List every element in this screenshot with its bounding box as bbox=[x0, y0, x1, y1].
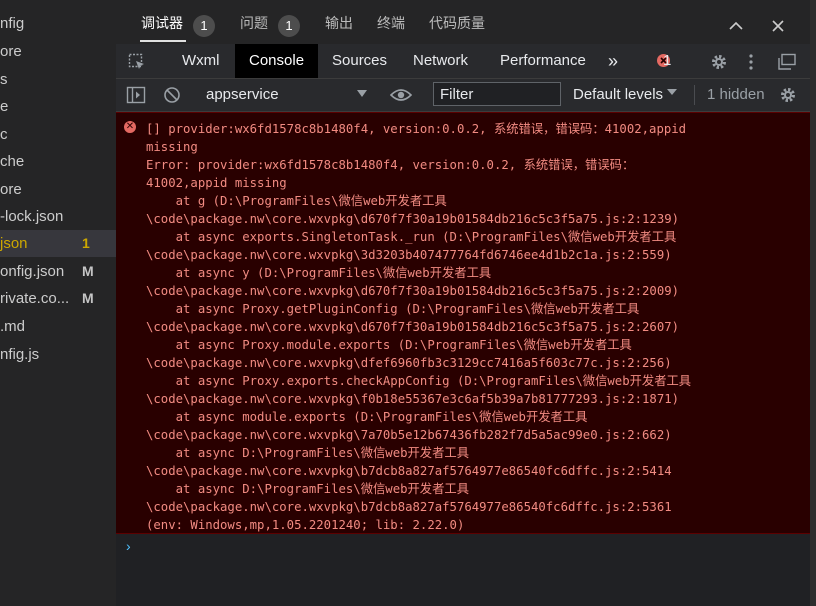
sidebar-toggle-icon[interactable] bbox=[126, 86, 146, 109]
context-selector[interactable]: appservice bbox=[206, 86, 279, 103]
file-item[interactable]: ore bbox=[0, 176, 116, 203]
console-output[interactable]: ✕ [] provider:wx6fd1578c8b1480f4, versio… bbox=[116, 112, 810, 606]
clear-console-icon[interactable] bbox=[163, 86, 181, 109]
file-name: e bbox=[0, 98, 9, 115]
bottom-panel-tabs: 调试器 1 问题 1 输出 终端 代码质量 bbox=[116, 0, 810, 44]
file-item[interactable]: s bbox=[0, 66, 116, 93]
file-name: .md bbox=[0, 318, 26, 335]
file-item[interactable]: e bbox=[0, 93, 116, 120]
kebab-menu-icon[interactable] bbox=[748, 53, 754, 76]
file-item[interactable]: ore bbox=[0, 38, 116, 65]
debugger-count-badge: 1 bbox=[193, 15, 215, 37]
tab-wxml[interactable]: Wxml bbox=[168, 44, 234, 78]
devtools-panel: 调试器 1 问题 1 输出 终端 代码质量 Wxml Console Sourc… bbox=[116, 0, 810, 606]
file-status-badge: M bbox=[82, 263, 94, 279]
file-item[interactable]: .md bbox=[0, 313, 116, 340]
file-item[interactable]: json 1 bbox=[0, 230, 116, 257]
file-name: -lock.json bbox=[0, 208, 64, 225]
tab-problems[interactable]: 问题 bbox=[240, 13, 268, 33]
chevron-up-icon[interactable] bbox=[728, 18, 744, 37]
console-prompt[interactable]: › bbox=[126, 538, 131, 554]
active-tab-indicator bbox=[140, 40, 186, 42]
log-levels-dropdown[interactable]: Default levels bbox=[573, 86, 663, 103]
console-toolbar: appservice Default levels 1 hidden bbox=[116, 79, 810, 112]
more-tabs-button[interactable]: » bbox=[594, 44, 632, 78]
file-item[interactable]: che bbox=[0, 148, 116, 175]
scrollbar[interactable] bbox=[810, 0, 816, 606]
tab-debugger[interactable]: 调试器 bbox=[141, 13, 183, 33]
file-name: onfig.json bbox=[0, 263, 65, 280]
error-stack-text: [] provider:wx6fd1578c8b1480f4, version:… bbox=[146, 122, 692, 532]
gear-icon[interactable] bbox=[710, 53, 728, 76]
chevron-down-icon[interactable] bbox=[357, 90, 367, 97]
file-status-badge: M bbox=[82, 290, 94, 306]
tab-output[interactable]: 输出 bbox=[325, 13, 353, 33]
file-explorer: nfig ore s e c che ore -lock.json json 1 onfig.jso… bbox=[0, 0, 116, 606]
error-count[interactable]: 1 bbox=[661, 44, 671, 78]
file-name: nfig bbox=[0, 15, 25, 32]
tab-network[interactable]: Network bbox=[399, 44, 482, 78]
file-item[interactable]: onfig.json M bbox=[0, 258, 116, 285]
tab-console[interactable]: Console bbox=[235, 44, 319, 78]
console-error-message[interactable]: ✕ [] provider:wx6fd1578c8b1480f4, versio… bbox=[116, 112, 810, 534]
error-x-icon: ✕ bbox=[124, 121, 136, 133]
console-settings-gear-icon[interactable] bbox=[779, 86, 797, 109]
tab-sources[interactable]: Sources bbox=[318, 44, 401, 78]
file-name: ore bbox=[0, 43, 22, 60]
filter-input[interactable] bbox=[433, 82, 561, 106]
file-item[interactable]: -lock.json bbox=[0, 203, 116, 230]
eye-icon[interactable] bbox=[389, 87, 413, 108]
file-name: nfig.js bbox=[0, 346, 40, 363]
file-name: c bbox=[0, 126, 8, 143]
file-name: s bbox=[0, 71, 8, 88]
problems-count-badge: 1 bbox=[278, 15, 300, 37]
toolbar-divider bbox=[694, 85, 695, 105]
chevron-down-icon[interactable] bbox=[667, 89, 677, 95]
file-name: ore bbox=[0, 181, 22, 198]
file-name: rivate.co... bbox=[0, 290, 70, 307]
inspect-element-icon[interactable] bbox=[128, 53, 146, 76]
devtools-tabs: Wxml Console Sources Network Performance… bbox=[116, 44, 810, 79]
tab-performance[interactable]: Performance bbox=[486, 44, 600, 78]
close-icon[interactable] bbox=[770, 18, 786, 37]
file-item[interactable]: c bbox=[0, 121, 116, 148]
tab-terminal[interactable]: 终端 bbox=[377, 13, 405, 33]
hidden-messages-count: 1 hidden bbox=[707, 86, 765, 103]
undock-icon[interactable] bbox=[777, 53, 797, 76]
file-status-badge: 1 bbox=[82, 235, 90, 251]
file-name: che bbox=[0, 153, 25, 170]
file-name: json bbox=[0, 235, 28, 252]
file-item[interactable]: nfig.js bbox=[0, 341, 116, 368]
file-item[interactable]: nfig bbox=[0, 10, 116, 37]
file-item[interactable]: rivate.co... M bbox=[0, 285, 116, 312]
tab-code-quality[interactable]: 代码质量 bbox=[429, 13, 485, 33]
